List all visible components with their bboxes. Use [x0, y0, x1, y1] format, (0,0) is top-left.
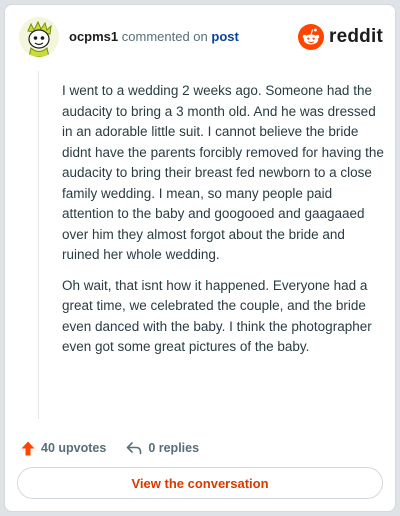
- comment-paragraph: I went to a wedding 2 weeks ago. Someone…: [62, 83, 384, 262]
- replies-count: 0 replies: [148, 441, 200, 455]
- reddit-logo[interactable]: reddit: [298, 24, 383, 50]
- post-link[interactable]: post: [211, 29, 238, 44]
- reddit-snoo-icon: [298, 24, 325, 50]
- replies-stat[interactable]: 0 replies: [126, 441, 199, 455]
- thread-line: [38, 71, 39, 419]
- comment-body: I went to a wedding 2 weeks ago. Someone…: [62, 81, 384, 368]
- avatar-icon: [19, 17, 59, 57]
- view-conversation-button[interactable]: View the conversation: [17, 467, 383, 499]
- byline: ocpms1 commented on post: [69, 29, 239, 45]
- upvotes-count: 40 upvotes: [41, 441, 107, 455]
- comment-stats: 40 upvotes 0 replies: [21, 437, 199, 459]
- comment-paragraph: Oh wait, that isnt how it happened. Ever…: [62, 277, 372, 355]
- comment-card: ocpms1 commented on post reddit I went t…: [4, 4, 396, 512]
- upvote-arrow-icon: [21, 441, 35, 455]
- author-name[interactable]: ocpms1: [69, 29, 118, 44]
- avatar[interactable]: [19, 17, 59, 57]
- reply-arrow-icon: [127, 442, 142, 455]
- reddit-wordmark: reddit: [329, 26, 383, 47]
- comment-header: ocpms1 commented on post reddit: [19, 17, 383, 57]
- upvotes-stat[interactable]: 40 upvotes: [21, 441, 106, 456]
- view-conversation-label: View the conversation: [131, 475, 269, 491]
- byline-action: commented on: [121, 29, 208, 44]
